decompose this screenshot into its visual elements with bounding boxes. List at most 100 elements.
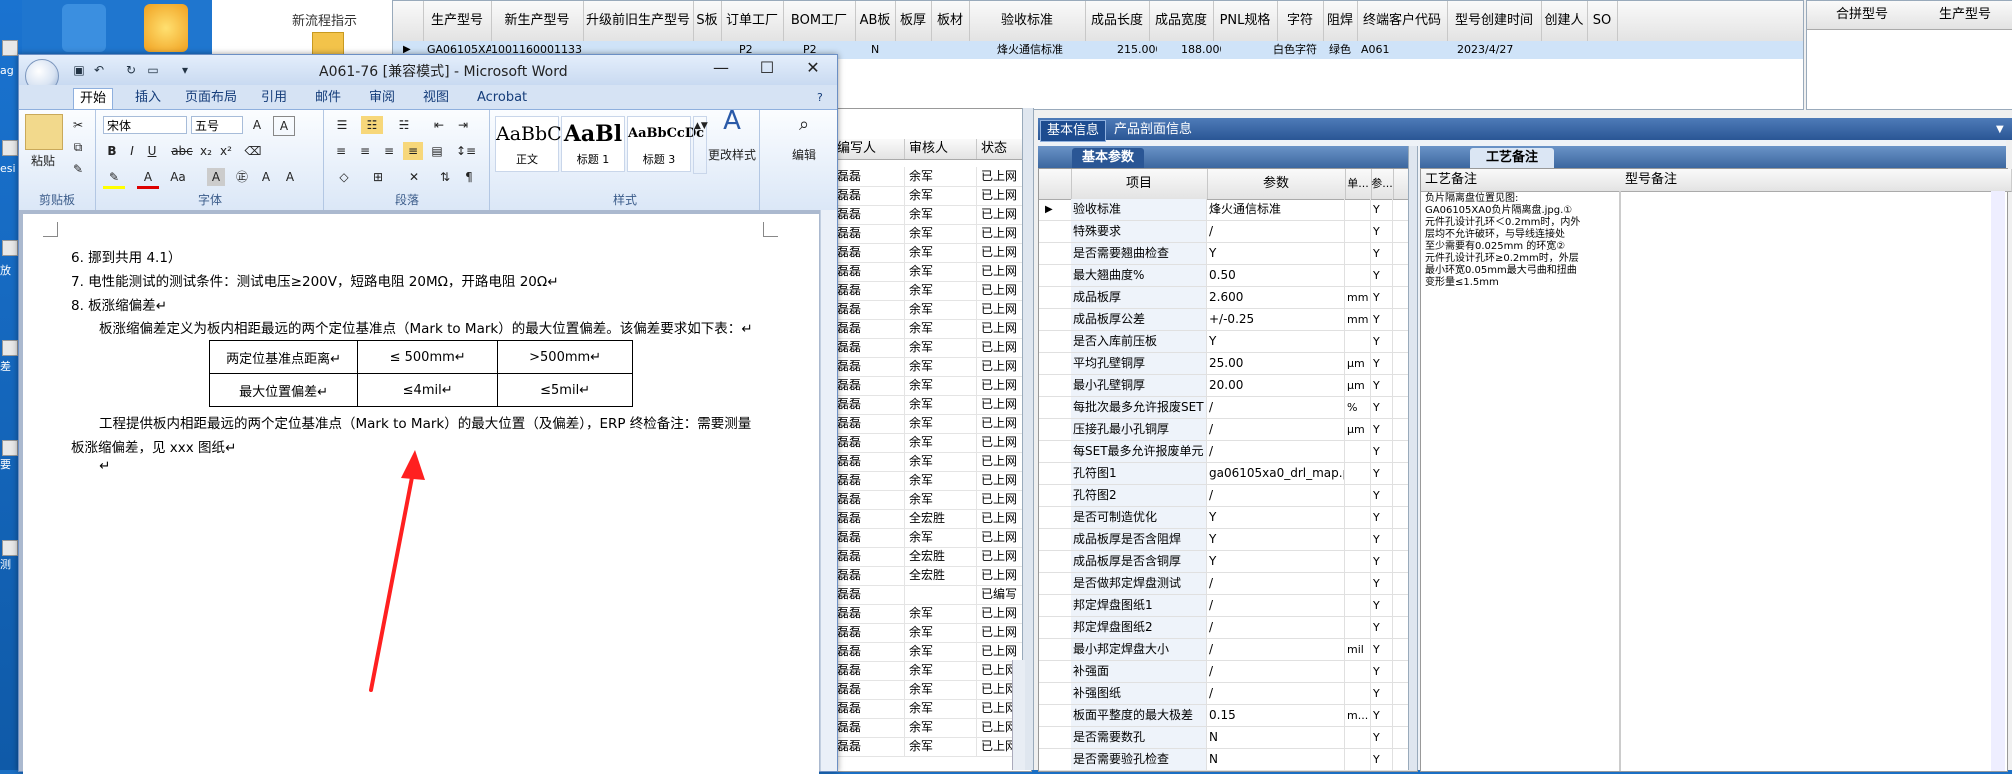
list-item[interactable]: 磊磊 余军 已上网 [833,224,1033,244]
styles-scroll-icon[interactable]: ▲▼ [693,116,708,174]
tab-basic-params[interactable]: 基本参数 [1072,148,1145,168]
param-value[interactable]: Y [1207,243,1345,264]
param-value[interactable]: / [1207,221,1345,242]
col-header[interactable]: 审核人 [905,139,977,159]
list-item[interactable]: 磊磊 余军 已上网 [833,357,1033,377]
table-row[interactable]: 最小邦定焊盘大小 / mil Y [1039,639,1417,661]
doc-line[interactable]: ↵ [99,458,110,474]
bold-icon[interactable]: B [103,142,121,160]
decrease-indent-icon[interactable]: ⇤ [429,116,449,134]
col-header[interactable]: 生产型号 [423,1,492,41]
align-right-icon[interactable]: ≡ [379,142,399,160]
tab-acrobat[interactable]: Acrobat [471,88,533,108]
doc-line[interactable]: 6. 挪到共用 4.1） [71,246,181,266]
list-item[interactable]: 磊磊 全宏胜 已上网 [833,509,1033,529]
clear-format-icon[interactable]: ⌫ [243,142,263,160]
align-center-icon[interactable]: ≡ [355,142,375,160]
col-header[interactable]: 验收标准 [969,1,1086,41]
style-heading-1[interactable]: AaBl 标题 1 [561,116,625,172]
table-row[interactable]: 特殊要求 / Y [1039,221,1417,243]
col-header[interactable]: 成品宽度 [1149,1,1214,41]
style-normal[interactable]: AaBbC 正文 [495,116,562,172]
bullets-icon[interactable]: ☰ [331,116,353,134]
table-row[interactable]: 成品板厚 2.600 mm Y [1039,287,1417,309]
justify-icon[interactable]: ≡ [403,142,423,160]
save-icon[interactable]: ▣ [71,63,87,77]
list-item[interactable]: 磊磊 余军 已上网 [833,414,1033,434]
col-header[interactable]: 编写人 [833,139,905,159]
binoculars-icon[interactable]: ⌕ [789,116,819,134]
list-item[interactable]: 磊磊 余军 已上网 [833,376,1033,396]
font-name-select[interactable]: 宋体 [103,116,187,134]
list-item[interactable]: 磊磊 全宏胜 已上网 [833,547,1033,567]
list-item[interactable]: 磊磊 余军 已上网 [833,452,1033,472]
cell[interactable]: 215.000 [1117,41,1157,59]
list-item[interactable]: 磊磊 余军 已上网 [833,718,1033,738]
numbering-icon[interactable]: ☷ [361,116,383,134]
style-heading-3[interactable]: AaBbCcDc 标题 3 [627,116,704,172]
param-value[interactable]: Y [1207,551,1345,572]
splitter[interactable] [1408,146,1418,770]
paste-icon[interactable] [25,114,63,150]
param-value[interactable]: 20.00 [1207,375,1345,396]
table-row[interactable]: 是否需要数孔 N Y [1039,727,1417,749]
list-item[interactable]: 磊磊 余军 已上网 [833,642,1033,662]
table-row[interactable]: ▶ 验收标准 烽火通信标准 Y [1039,199,1417,221]
show-marks-icon[interactable]: ¶ [459,168,479,186]
list-item[interactable]: 磊磊 余军 已上网 [833,319,1033,339]
scrollbar[interactable] [1012,660,1025,770]
table-row[interactable]: 邦定焊盘图纸2/ Y [1039,617,1417,639]
col-header[interactable]: S板 [693,1,722,41]
col-header[interactable]: 型号创建时间 [1447,1,1542,41]
list-item[interactable]: 磊磊 余军 已上网 [833,680,1033,700]
list-item[interactable]: 磊磊 已编写 [833,585,1033,605]
col-header[interactable]: BOM工厂 [783,1,856,41]
param-value[interactable]: +/-0.25 [1207,309,1345,330]
list-item[interactable]: 磊磊 余军 已上网 [833,661,1033,681]
change-styles-icon[interactable]: A [709,108,755,142]
col-header[interactable]: 终端客户代码 [1357,1,1448,41]
table-row[interactable]: 压接孔最小孔铜厚 / μm Y [1039,419,1417,441]
param-value[interactable]: / [1207,485,1345,506]
col-header[interactable]: 新生产型号 [491,1,584,41]
cell[interactable]: 白色字符 [1273,41,1323,59]
list-item[interactable]: 磊磊 余军 已上网 [833,528,1033,548]
chinese-layout-icon[interactable]: ✕ [401,168,427,186]
tab-review[interactable]: 审阅 [363,88,401,108]
table-cell[interactable]: ≤4mil↵ [357,373,499,407]
param-value[interactable]: / [1207,595,1345,616]
desktop-icon[interactable] [2,540,18,556]
list-item[interactable]: 磊磊 余军 已上网 [833,471,1033,491]
app-shortcut-icon[interactable] [62,4,106,52]
list-item[interactable]: 磊磊 余军 已上网 [833,167,1033,187]
shell-app-icon[interactable] [144,4,188,52]
cell[interactable]: N [871,41,891,59]
cell[interactable]: 188.000 [1181,41,1221,59]
param-value[interactable]: 2.600 [1207,287,1345,308]
align-left-icon[interactable]: ≡ [331,142,351,160]
table-row[interactable]: 是否需要翘曲检查 Y Y [1039,243,1417,265]
table-row[interactable]: 孔符图1ga06105xa0_drl_map.pdf Y [1039,463,1417,485]
tab-process-remark[interactable]: 工艺备注 [1470,148,1555,168]
tab-references[interactable]: 引用 [255,88,293,108]
copy-icon[interactable]: ⧉ [69,138,87,156]
table-row[interactable]: 成品板厚是否含阻焊 Y Y [1039,529,1417,551]
table-row[interactable]: 是否入库前压板 Y Y [1039,331,1417,353]
param-value[interactable]: ga06105xa0_drl_map.pdf [1207,463,1345,484]
param-value[interactable]: / [1207,573,1345,594]
char-border-icon[interactable]: A [273,116,295,136]
change-styles-button[interactable]: 更改样式 [705,146,759,164]
table-cell[interactable]: >500mm↵ [497,340,633,374]
cell[interactable]: 烽火通信标准 [997,41,1085,59]
edit-button[interactable]: 编辑 [785,146,823,164]
col-header[interactable]: 升级前旧生产型号 [583,1,694,41]
shrink-font-icon[interactable]: A [281,168,299,186]
table-cell[interactable]: 两定位基准点距离↵ [208,340,359,374]
doc-line[interactable]: 7. 电性能测试的测试条件：测试电压≥200V，短路电阻 20MΩ，开路电阻 2… [71,270,559,290]
col-header[interactable]: PNL规格 [1213,1,1278,41]
process-remark-text[interactable]: 负片隔离盘位置见图: GA06105XA0负片隔离盘.jpg.① 元件孔设计孔环… [1425,193,1621,289]
col-header[interactable]: 合拼型号 [1807,1,1918,30]
param-value[interactable]: 0.15 [1207,705,1345,726]
list-item[interactable]: 磊磊 余军 已上网 [833,338,1033,358]
list-item[interactable]: 磊磊 余军 已上网 [833,395,1033,415]
